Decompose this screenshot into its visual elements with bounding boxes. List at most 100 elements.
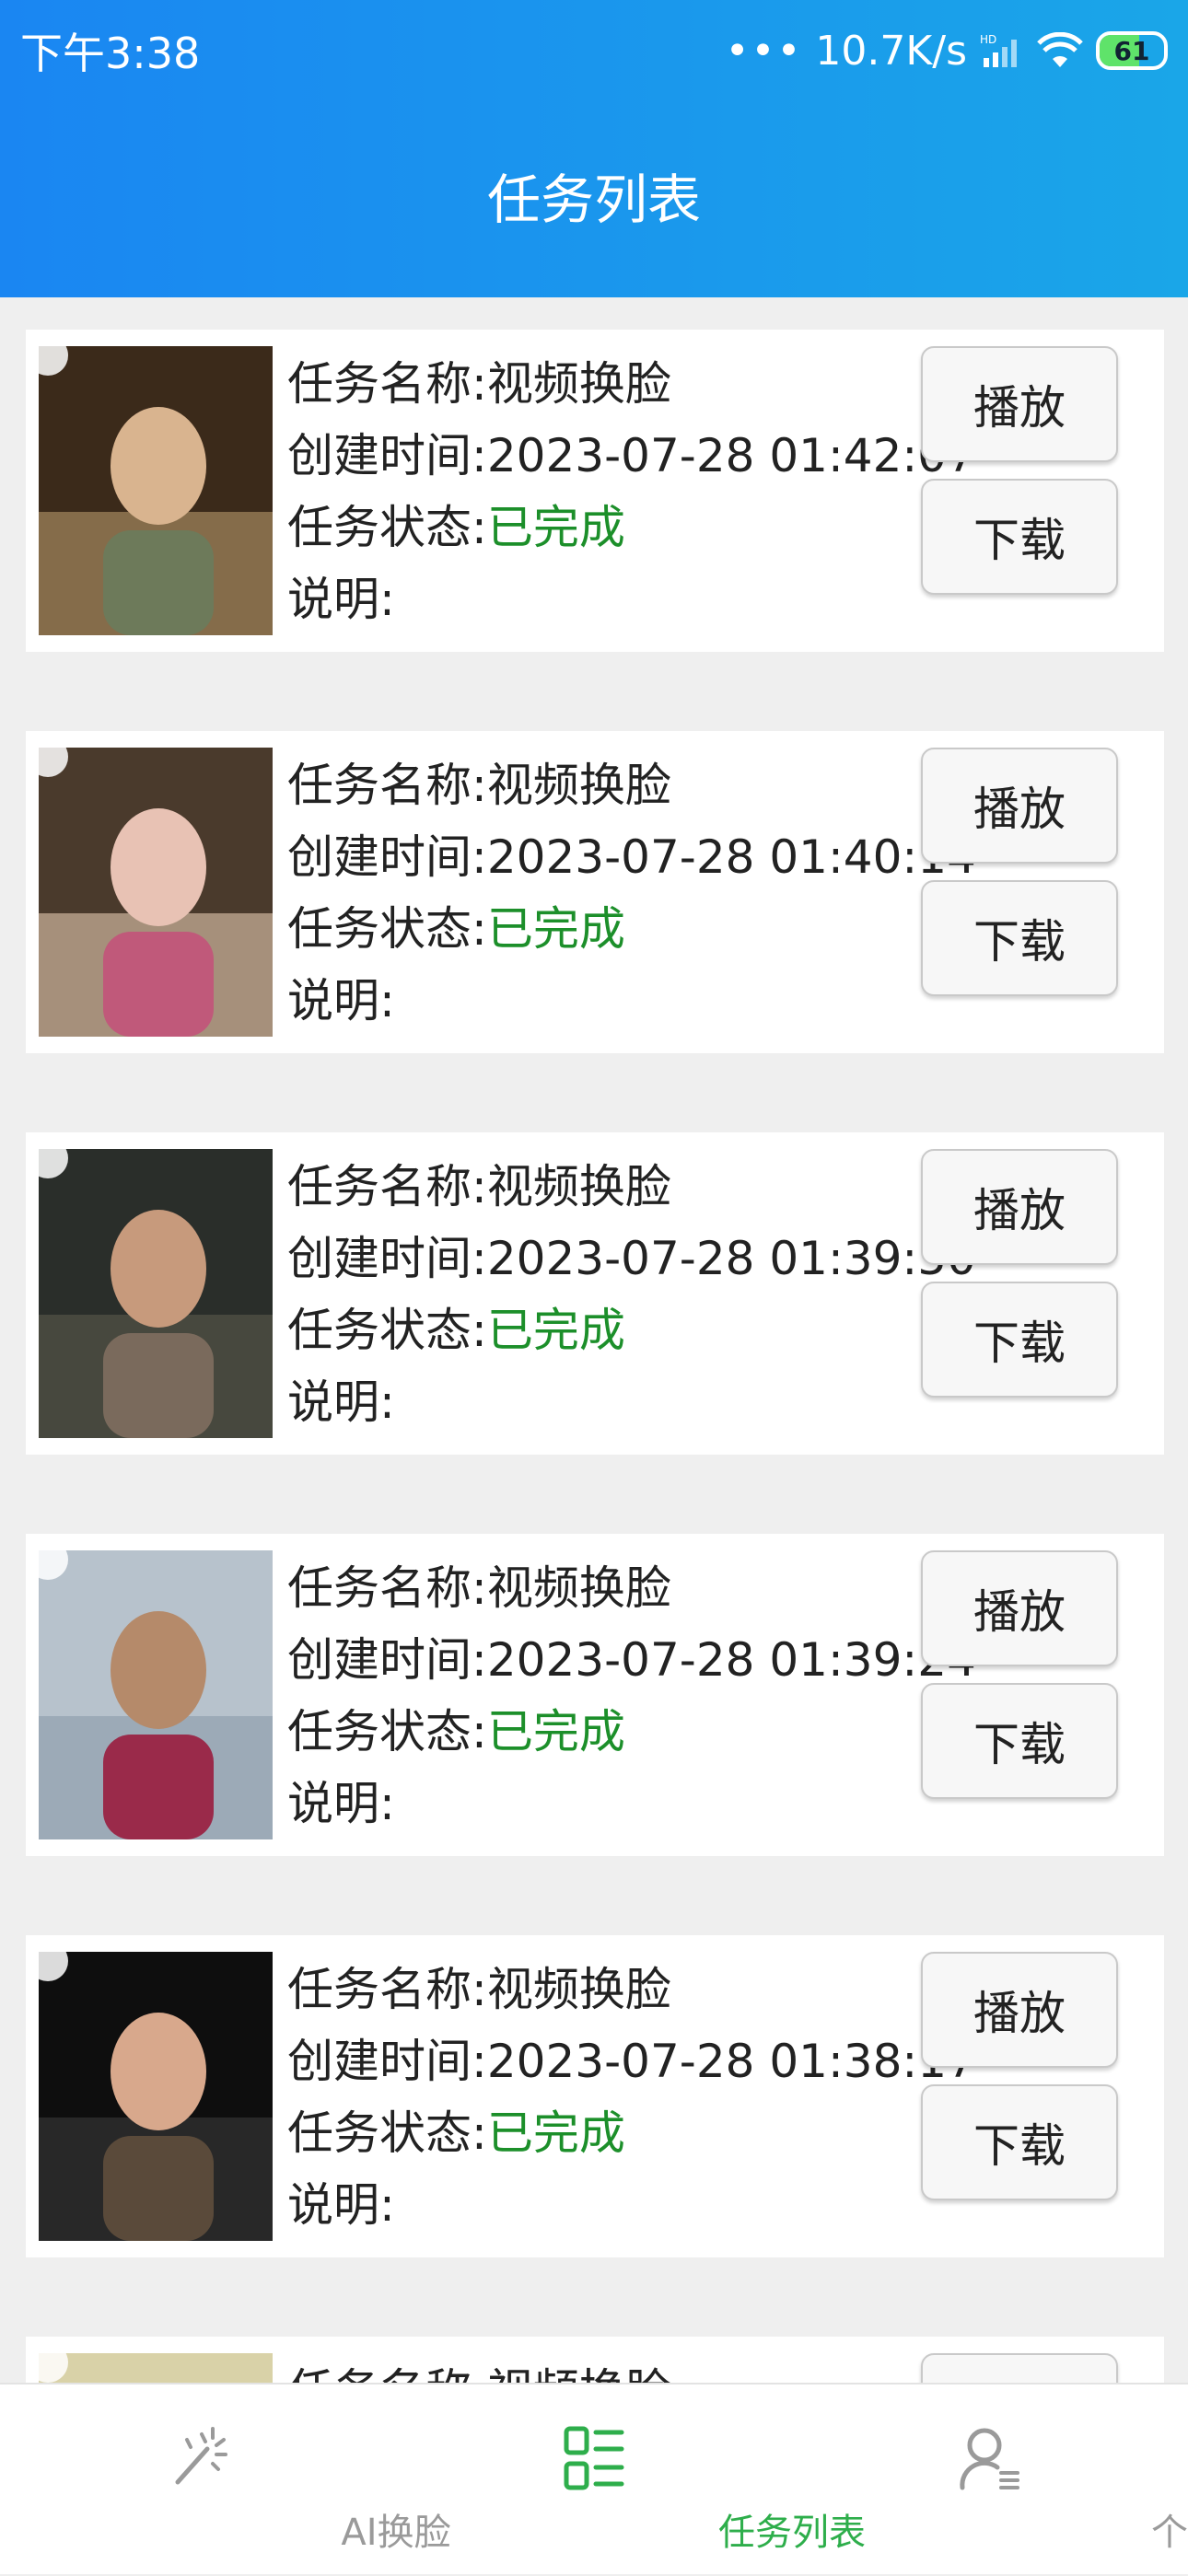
task-info: 任务名称:视频换脸 创建时间:2023-07-28 01:37:47 任务状态:… [287,2355,976,2383]
wifi-icon [1037,31,1083,69]
task-status-label: 任务状态: [287,902,487,956]
task-list[interactable]: 任务名称:视频换脸 创建时间:2023-07-28 01:42:07 任务状态:… [26,330,1164,2383]
task-status-row: 任务状态:已完成 [287,492,976,563]
task-note-row: 说明: [287,563,976,635]
task-name-row: 任务名称:视频换脸 [287,1954,976,2025]
video-thumbnail[interactable] [39,2353,273,2383]
video-thumbnail[interactable] [39,748,273,1037]
task-status-value: 已完成 [486,501,625,554]
task-created-value: 2023-07-28 01:39:50 [486,1232,976,1285]
status-bar: 下午3:38 ••• 10.7K/s HD 61 [0,0,1188,101]
notification-dots: ••• [725,27,803,75]
task-created-value: 2023-07-28 01:39:24 [486,1633,976,1687]
task-info: 任务名称:视频换脸 创建时间:2023-07-28 01:39:50 任务状态:… [287,1151,976,1438]
play-button[interactable]: 播放 [921,2353,1118,2383]
task-note-label: 说明: [287,1777,395,1830]
battery-level: 61 [1113,35,1150,66]
play-button[interactable]: 播放 [921,346,1118,462]
task-note-label: 说明: [287,974,395,1027]
task-info: 任务名称:视频换脸 创建时间:2023-07-28 01:38:17 任务状态:… [287,1954,976,2241]
task-name-row: 任务名称:视频换脸 [287,1151,976,1223]
task-name-label: 任务名称: [287,1160,487,1213]
task-card: 任务名称:视频换脸 创建时间:2023-07-28 01:37:47 任务状态:… [26,2337,1164,2383]
battery-icon: 61 [1096,31,1168,70]
task-card: 任务名称:视频换脸 创建时间:2023-07-28 01:40:14 任务状态:… [26,731,1164,1053]
task-created-label: 创建时间: [287,1633,487,1687]
task-name-label: 任务名称: [287,1963,487,2016]
task-status-label: 任务状态: [287,1304,487,1357]
task-status-value: 已完成 [486,2106,625,2160]
magic-wand-icon [161,2421,235,2495]
task-name-label: 任务名称: [287,1561,487,1615]
task-status-label: 任务状态: [287,1705,487,1758]
page-title: 任务列表 [486,168,701,231]
task-status-row: 任务状态:已完成 [287,1294,976,1366]
video-thumbnail[interactable] [39,346,273,635]
person-icon [953,2421,1027,2495]
task-status-label: 任务状态: [287,501,487,554]
task-created-value: 2023-07-28 01:38:17 [486,2035,976,2088]
task-status-value: 已完成 [486,1705,625,1758]
play-button[interactable]: 播放 [921,1550,1118,1666]
task-status-row: 任务状态:已完成 [287,2097,976,2169]
task-created-label: 创建时间: [287,2035,487,2088]
task-info: 任务名称:视频换脸 创建时间:2023-07-28 01:40:14 任务状态:… [287,749,976,1037]
play-button[interactable]: 播放 [921,748,1118,864]
task-status-row: 任务状态:已完成 [287,1696,976,1768]
task-status-value: 已完成 [486,1304,625,1357]
task-card: 任务名称:视频换脸 创建时间:2023-07-28 01:38:17 任务状态:… [26,1935,1164,2257]
task-created-label: 创建时间: [287,429,487,482]
tab-ai-face-swap[interactable]: AI换脸 [0,2385,451,2576]
download-button[interactable]: 下载 [921,2084,1118,2200]
video-thumbnail[interactable] [39,1550,273,1839]
task-created-label: 创建时间: [287,830,487,884]
task-created-label: 创建时间: [287,1232,487,1285]
task-created-row: 创建时间:2023-07-28 01:38:17 [287,2025,976,2097]
task-card: 任务名称:视频换脸 创建时间:2023-07-28 01:42:07 任务状态:… [26,330,1164,652]
task-note-row: 说明: [287,1366,976,1438]
video-thumbnail[interactable] [39,1149,273,1438]
tab-task-list[interactable]: 任务列表 [396,2385,866,2576]
task-name-row: 任务名称:视频换脸 [287,749,976,821]
task-name-value: 视频换脸 [487,2364,671,2383]
app-header: 下午3:38 ••• 10.7K/s HD 61 任务列表 [0,0,1188,297]
task-info: 任务名称:视频换脸 创建时间:2023-07-28 01:42:07 任务状态:… [287,348,976,635]
task-name-label: 任务名称: [287,2364,487,2383]
play-button[interactable]: 播放 [921,1149,1118,1265]
video-thumbnail[interactable] [39,1952,273,2241]
svg-text:HD: HD [980,33,996,46]
play-button[interactable]: 播放 [921,1952,1118,2068]
task-name-row: 任务名称:视频换脸 [287,1552,976,1624]
task-created-value: 2023-07-28 01:42:07 [486,429,976,482]
task-status-row: 任务状态:已完成 [287,893,976,965]
task-note-row: 说明: [287,965,976,1037]
task-card: 任务名称:视频换脸 创建时间:2023-07-28 01:39:24 任务状态:… [26,1534,1164,1856]
task-status-value: 已完成 [486,902,625,956]
task-note-label: 说明: [287,2178,395,2232]
task-created-row: 创建时间:2023-07-28 01:39:50 [287,1223,976,1294]
task-info: 任务名称:视频换脸 创建时间:2023-07-28 01:39:24 任务状态:… [287,1552,976,1839]
download-button[interactable]: 下载 [921,880,1118,996]
network-speed: 10.7K/s [815,27,967,75]
task-name-value: 视频换脸 [486,1160,671,1213]
task-note-label: 说明: [287,573,395,626]
task-note-row: 说明: [287,2169,976,2241]
signal-icon: HD [980,32,1024,69]
download-button[interactable]: 下载 [921,1683,1118,1799]
list-icon [557,2421,631,2495]
task-note-row: 说明: [287,1768,976,1839]
tab-profile[interactable]: 个人 [792,2385,1188,2576]
tab-label: 个人 [1151,2512,1188,2554]
task-card: 任务名称:视频换脸 创建时间:2023-07-28 01:39:50 任务状态:… [26,1132,1164,1455]
status-indicators: ••• 10.7K/s HD 61 [726,28,1168,75]
download-button[interactable]: 下载 [921,1282,1118,1398]
task-name-value: 视频换脸 [486,357,671,411]
task-name-value: 视频换脸 [486,1561,671,1615]
download-button[interactable]: 下载 [921,479,1118,595]
task-name-label: 任务名称: [287,357,487,411]
task-name-label: 任务名称: [287,759,487,812]
task-created-row: 创建时间:2023-07-28 01:42:07 [287,420,976,492]
task-status-label: 任务状态: [287,2106,487,2160]
task-created-value: 2023-07-28 01:40:14 [486,830,976,884]
task-note-label: 说明: [287,1375,395,1429]
